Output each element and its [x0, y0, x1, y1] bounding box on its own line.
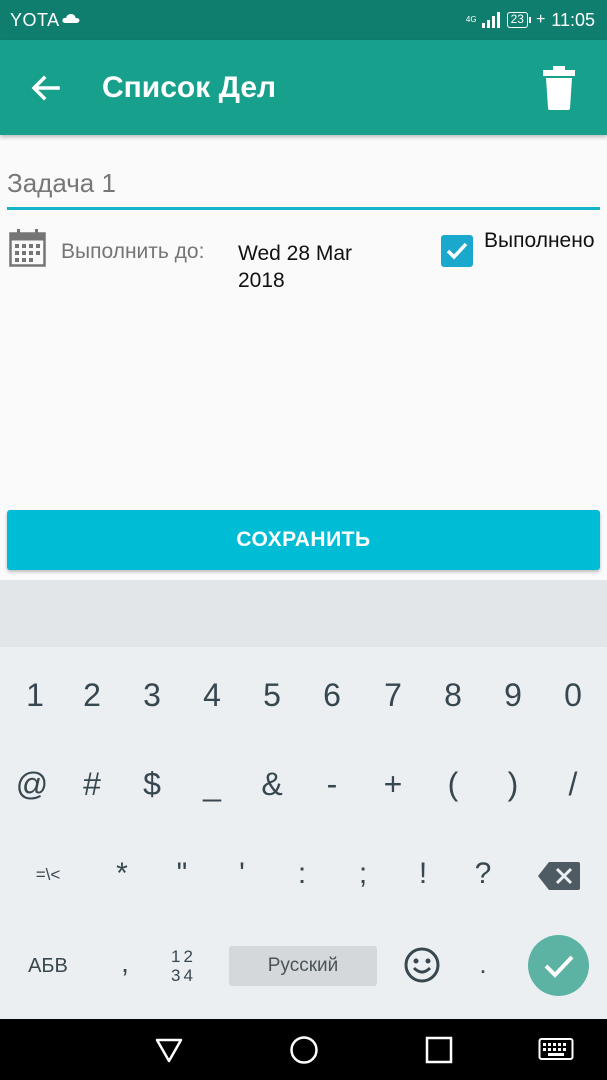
key-at[interactable]: @ — [2, 766, 62, 803]
recents-square-icon[interactable] — [424, 1035, 454, 1065]
key-close-paren[interactable]: ) — [483, 766, 543, 803]
key-comma[interactable]: , — [95, 947, 155, 979]
key-9[interactable]: 9 — [483, 677, 543, 714]
save-button[interactable]: СОХРАНИТЬ — [7, 510, 600, 570]
numpad-label-top: 12 — [171, 947, 196, 966]
key-open-paren[interactable]: ( — [423, 766, 483, 803]
key-double-quote[interactable]: " — [152, 857, 212, 891]
trash-icon[interactable] — [540, 66, 578, 110]
back-triangle-icon[interactable] — [154, 1035, 184, 1065]
key-plus[interactable]: + — [363, 766, 423, 803]
key-exclamation[interactable]: ! — [393, 857, 453, 891]
due-date-value[interactable]: Wed 28 Mar 2018 — [238, 240, 398, 294]
page-title: Список Дел — [102, 71, 277, 104]
key-hash[interactable]: # — [62, 766, 122, 803]
charging-icon: + — [535, 11, 546, 28]
on-screen-keyboard: 1 2 3 4 5 6 7 8 9 0 @ # $ _ & - + ( ) / … — [0, 647, 607, 1019]
key-minus[interactable]: - — [302, 766, 362, 803]
key-semicolon[interactable]: ; — [333, 857, 393, 891]
key-layout-switch[interactable]: АБВ — [18, 955, 78, 978]
emoji-icon[interactable] — [402, 945, 442, 985]
done-label[interactable]: Выполнено — [484, 228, 602, 254]
space-key[interactable]: Русский — [229, 946, 377, 986]
key-period[interactable]: . — [458, 949, 508, 980]
key-underscore[interactable]: _ — [182, 766, 242, 803]
key-slash[interactable]: / — [543, 766, 603, 803]
keyboard-suggestion-strip — [0, 580, 607, 647]
task-title-input[interactable] — [7, 164, 600, 210]
key-8[interactable]: 8 — [423, 677, 483, 714]
key-5[interactable]: 5 — [242, 677, 302, 714]
battery-icon: 23 — [506, 12, 532, 28]
key-0[interactable]: 0 — [543, 677, 603, 714]
key-single-quote[interactable]: ' — [212, 857, 272, 891]
numpad-label-bottom: 34 — [171, 966, 196, 985]
calendar-icon[interactable] — [9, 229, 46, 267]
key-question[interactable]: ? — [453, 857, 513, 891]
network-type: 4G — [465, 15, 477, 24]
key-colon[interactable]: : — [272, 857, 332, 891]
due-date-label: Выполнить до: — [61, 240, 205, 263]
key-7[interactable]: 7 — [363, 677, 423, 714]
home-circle-icon[interactable] — [289, 1035, 319, 1065]
app-toolbar: Список Дел — [0, 40, 607, 135]
key-2[interactable]: 2 — [62, 677, 122, 714]
key-1[interactable]: 1 — [5, 677, 65, 714]
backspace-icon[interactable] — [537, 861, 581, 891]
done-checkbox[interactable] — [441, 235, 473, 267]
status-bar: YOTA 4G 23 + 11:05 — [0, 0, 607, 40]
signal-icon — [481, 12, 500, 28]
key-more-symbols[interactable]: =\< — [18, 865, 78, 885]
key-asterisk[interactable]: * — [92, 857, 152, 891]
key-3[interactable]: 3 — [122, 677, 182, 714]
check-icon — [446, 242, 468, 260]
checkmark-icon — [544, 955, 574, 978]
carrier-name: YOTA — [10, 10, 60, 30]
key-6[interactable]: 6 — [302, 677, 362, 714]
enter-key[interactable] — [528, 935, 589, 996]
cloud-icon — [62, 14, 80, 23]
key-4[interactable]: 4 — [182, 677, 242, 714]
keyboard-icon[interactable] — [538, 1035, 574, 1065]
key-ampersand[interactable]: & — [242, 766, 302, 803]
key-dollar[interactable]: $ — [122, 766, 182, 803]
clock: 11:05 — [551, 9, 595, 30]
system-nav-bar — [0, 1019, 607, 1080]
key-numpad[interactable]: 12 34 — [156, 947, 211, 985]
arrow-left-icon[interactable] — [28, 70, 64, 106]
